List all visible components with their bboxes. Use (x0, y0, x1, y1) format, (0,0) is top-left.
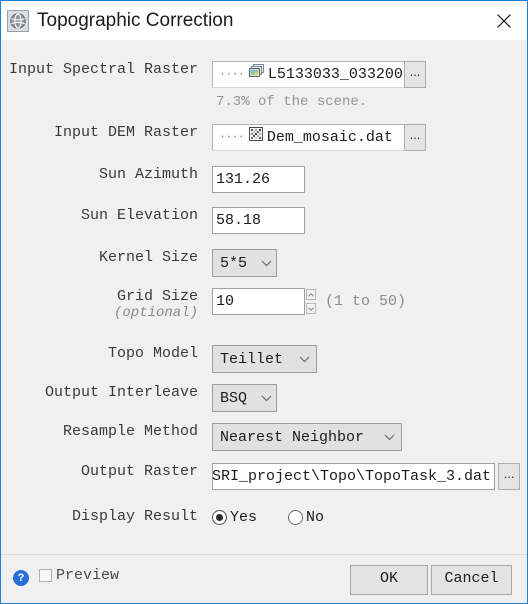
scene-percent-note: 7.3% of the scene. (216, 94, 368, 110)
dem-raster-icon (248, 125, 263, 150)
chevron-down-icon (261, 255, 272, 272)
output-interleave-select[interactable]: BSQ (212, 384, 277, 412)
radio-yes-label: Yes (230, 508, 258, 526)
topo-model-select[interactable]: Teillet (212, 345, 317, 373)
dialog-body: Input Spectral Raster ···· L5133033_0332… (1, 40, 527, 603)
label-display-result: Display Result (71, 508, 198, 525)
label-sun-azimuth: Sun Azimuth (98, 166, 198, 183)
display-result-yes-radio[interactable]: Yes (212, 509, 257, 526)
preview-label: Preview (56, 567, 120, 584)
grid-size-range-hint: (1 to 50) (325, 293, 407, 310)
browse-output-raster-button[interactable]: ... (498, 463, 520, 490)
topographic-correction-dialog: Topographic Correction Input Spectral Ra… (0, 0, 528, 604)
input-spectral-raster-field[interactable]: ···· L5133033_0332009 (212, 61, 404, 88)
label-grid-size-text: Grid Size (116, 288, 198, 305)
tree-dash: ···· (219, 67, 245, 81)
kernel-size-value: 5*5 (220, 254, 248, 272)
sun-elevation-input[interactable]: 58.18 (212, 207, 305, 234)
display-result-no-radio[interactable]: No (288, 509, 324, 526)
row-grid-size: Grid Size (optional) 10 (1 to 50) (1, 288, 528, 322)
title-bar: Topographic Correction (1, 1, 527, 40)
kernel-size-select[interactable]: 5*5 (212, 249, 277, 277)
browse-spectral-raster-button[interactable]: ... (404, 61, 426, 88)
close-button[interactable] (481, 1, 527, 40)
radio-no-indicator (288, 509, 304, 525)
row-output-interleave: Output Interleave BSQ (1, 384, 528, 412)
row-resample-method: Resample Method Nearest Neighbor (1, 423, 528, 451)
row-input-spectral-raster: Input Spectral Raster ···· L5133033_0332… (1, 61, 528, 88)
stepper-up-button[interactable] (306, 289, 316, 300)
radio-yes-indicator (212, 509, 227, 525)
radio-no-label: No (306, 508, 325, 526)
row-kernel-size: Kernel Size 5*5 (1, 249, 528, 277)
resample-method-value: Nearest Neighbor (220, 428, 365, 446)
help-icon[interactable]: ? (13, 570, 29, 586)
row-sun-azimuth: Sun Azimuth 131.26 (1, 166, 528, 193)
stepper-down-button[interactable] (306, 303, 316, 314)
label-output-interleave: Output Interleave (44, 384, 198, 401)
preview-checkbox[interactable]: Preview (39, 567, 119, 584)
label-grid-size: Grid Size (optional) (1, 288, 198, 322)
label-grid-size-optional: (optional) (113, 305, 198, 321)
window-title: Topographic Correction (37, 9, 234, 31)
chevron-down-icon (261, 390, 272, 407)
spectral-layers-icon (248, 62, 264, 87)
sun-azimuth-input[interactable]: 131.26 (212, 166, 305, 193)
row-input-dem-raster: Input DEM Raster ···· Dem_mosaic.dat ... (1, 124, 528, 151)
tree-dash: ···· (219, 130, 245, 144)
output-interleave-value: BSQ (220, 389, 248, 407)
input-dem-raster-value: Dem_mosaic.dat (266, 129, 393, 146)
label-topo-model: Topo Model (107, 345, 198, 362)
label-resample-method: Resample Method (62, 423, 198, 440)
ok-button[interactable]: OK (350, 565, 428, 595)
grid-size-stepper[interactable] (306, 288, 317, 315)
browse-dem-raster-button[interactable]: ... (404, 124, 426, 151)
label-input-dem-raster: Input DEM Raster (53, 124, 198, 141)
label-sun-elevation: Sun Elevation (80, 207, 198, 224)
input-spectral-raster-value: L5133033_0332009 (267, 66, 404, 83)
input-dem-raster-field[interactable]: ···· Dem_mosaic.dat (212, 124, 404, 151)
label-output-raster: Output Raster (80, 463, 198, 480)
row-output-raster: Output Raster SRI_project\Topo\TopoTask_… (1, 463, 528, 490)
grid-size-input[interactable]: 10 (212, 288, 305, 315)
row-topo-model: Topo Model Teillet (1, 345, 528, 373)
row-display-result: Display Result Yes No (1, 508, 528, 526)
topo-model-value: Teillet (220, 350, 284, 368)
globe-icon (7, 9, 29, 32)
label-kernel-size: Kernel Size (98, 249, 198, 266)
row-sun-elevation: Sun Elevation 58.18 (1, 207, 528, 234)
label-input-spectral-raster: Input Spectral Raster (8, 61, 198, 78)
cancel-button[interactable]: Cancel (431, 565, 512, 595)
chevron-down-icon (299, 351, 310, 368)
chevron-down-icon (384, 429, 395, 446)
dialog-footer: ? Preview OK Cancel (1, 554, 527, 603)
output-raster-input[interactable]: SRI_project\Topo\TopoTask_3.dat (212, 463, 495, 490)
preview-checkbox-box (39, 569, 52, 582)
resample-method-select[interactable]: Nearest Neighbor (212, 423, 402, 451)
